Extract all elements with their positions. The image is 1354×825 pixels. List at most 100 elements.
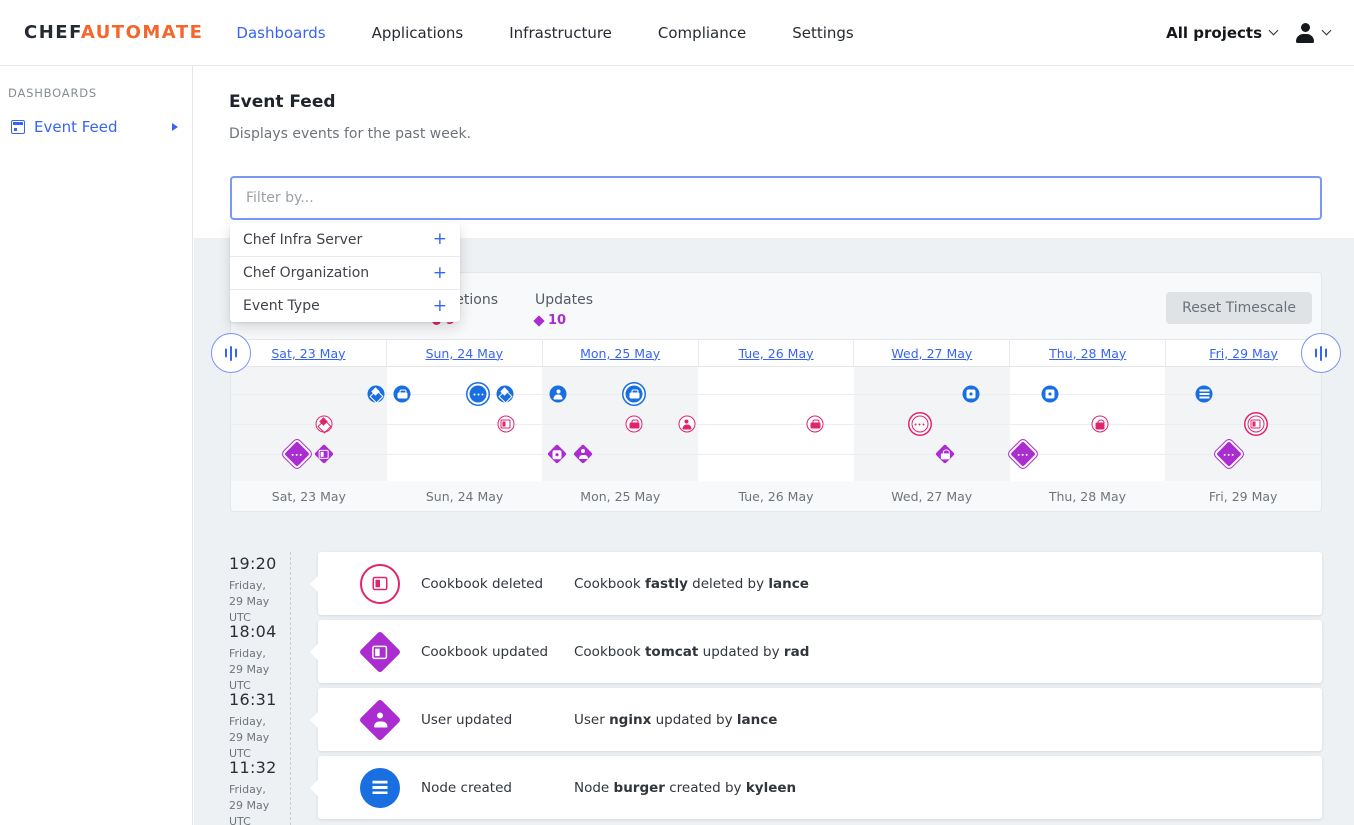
page-head: Event Feed Displays events for the past … bbox=[194, 66, 1354, 238]
filter-dropdown: Chef Infra Server+Chef Organization+Even… bbox=[230, 223, 460, 322]
person-glyph-icon bbox=[373, 712, 388, 727]
event-time-value: 18:04 bbox=[229, 622, 287, 641]
dots-icon bbox=[1223, 453, 1235, 456]
timeline-day-footer: Sat, 23 MaySun, 24 MayMon, 25 MayTue, 26… bbox=[231, 481, 1321, 511]
nav-item-dashboards[interactable]: Dashboards bbox=[236, 24, 325, 42]
creations-marker-node-icon[interactable] bbox=[963, 386, 980, 403]
brand-chef: CHEF bbox=[24, 22, 81, 43]
deletions-marker-lock-icon[interactable] bbox=[1091, 416, 1108, 433]
event-card-user-updated[interactable]: User updatedUser nginx updated by lance bbox=[318, 688, 1322, 751]
day-link-tue-26-may[interactable]: Tue, 26 May bbox=[738, 346, 813, 361]
dots-icon bbox=[291, 453, 303, 456]
day-header-cell: Mon, 25 May bbox=[542, 340, 698, 366]
filter-option-event-type[interactable]: Event Type+ bbox=[230, 289, 460, 322]
nav-item-settings[interactable]: Settings bbox=[792, 24, 854, 42]
event-entity: tomcat bbox=[645, 644, 698, 660]
lock-icon bbox=[940, 449, 949, 459]
event-icon bbox=[360, 768, 400, 808]
day-header-cell: Sun, 24 May bbox=[386, 340, 542, 366]
sidebar-item-label: Event Feed bbox=[34, 118, 118, 136]
updates-marker-dots-icon[interactable] bbox=[1011, 441, 1036, 466]
gridline bbox=[231, 454, 1321, 455]
projects-dropdown[interactable]: All projects bbox=[1166, 24, 1277, 42]
event-time: 18:04 Friday,29 May UTC bbox=[229, 622, 287, 694]
day-footer-label: Sat, 23 May bbox=[231, 481, 387, 511]
dots-icon bbox=[472, 393, 484, 396]
nav-item-applications[interactable]: Applications bbox=[372, 24, 464, 42]
add-filter-icon[interactable]: + bbox=[433, 265, 447, 282]
book-icon bbox=[501, 420, 511, 429]
list-icon bbox=[360, 768, 400, 808]
event-date: Friday,29 May UTC bbox=[229, 782, 287, 825]
event-card-node-created[interactable]: Node createdNode burger created by kylee… bbox=[318, 756, 1322, 819]
day-link-sun-24-may[interactable]: Sun, 24 May bbox=[426, 346, 503, 361]
day-link-fri-29-may[interactable]: Fri, 29 May bbox=[1209, 346, 1278, 361]
expand-arrow-icon bbox=[172, 123, 178, 131]
event-date: Friday,29 May UTC bbox=[229, 646, 287, 694]
nav-right: All projects bbox=[1166, 23, 1330, 43]
creations-marker-briefcase-icon[interactable] bbox=[626, 386, 643, 403]
deletions-marker-briefcase-icon[interactable] bbox=[626, 416, 643, 433]
event-card-cookbook-deleted[interactable]: Cookbook deletedCookbook fastly deleted … bbox=[318, 552, 1322, 615]
day-link-thu-28-may[interactable]: Thu, 28 May bbox=[1049, 346, 1126, 361]
event-time-value: 16:31 bbox=[229, 690, 287, 709]
sidebar-heading: DASHBOARDS bbox=[8, 86, 192, 100]
day-header-cell: Tue, 26 May bbox=[698, 340, 854, 366]
list-glyph-icon bbox=[373, 781, 388, 795]
creations-marker-person-icon[interactable] bbox=[550, 386, 567, 403]
day-link-wed-27-may[interactable]: Wed, 27 May bbox=[891, 346, 972, 361]
deletions-marker-book-icon[interactable] bbox=[1247, 416, 1264, 433]
event-description: User nginx updated by lance bbox=[574, 712, 777, 728]
sidebar-item-event-feed[interactable]: Event Feed bbox=[0, 112, 192, 142]
user-menu[interactable] bbox=[1294, 23, 1330, 43]
add-filter-icon[interactable]: + bbox=[433, 298, 447, 315]
nav-item-compliance[interactable]: Compliance bbox=[658, 24, 746, 42]
event-card-cookbook-updated[interactable]: Cookbook updatedCookbook tomcat updated … bbox=[318, 620, 1322, 683]
deletions-marker-briefcase-icon[interactable] bbox=[807, 416, 824, 433]
timescale-handle-right[interactable] bbox=[1301, 333, 1341, 373]
creations-marker-dots-icon[interactable] bbox=[470, 386, 487, 403]
reset-timescale-button[interactable]: Reset Timescale bbox=[1166, 292, 1312, 324]
filter-input[interactable] bbox=[230, 176, 1322, 220]
filter-option-chef-organization[interactable]: Chef Organization+ bbox=[230, 256, 460, 289]
event-icon bbox=[360, 700, 400, 740]
deletions-marker-layers-icon[interactable] bbox=[315, 416, 332, 433]
page-subtitle: Displays events for the past week. bbox=[229, 126, 471, 142]
filter-option-chef-infra-server[interactable]: Chef Infra Server+ bbox=[230, 223, 460, 256]
event-list: 19:20Friday,29 May UTC Cookbook deletedCo… bbox=[194, 552, 1354, 825]
stat-updates-label: Updates bbox=[535, 292, 593, 308]
event-row: 18:04Friday,29 May UTCCookbook updatedCo… bbox=[194, 620, 1354, 683]
creations-marker-layers-icon[interactable] bbox=[496, 386, 513, 403]
event-time: 19:20Friday,29 May UTC bbox=[229, 554, 287, 626]
node-icon bbox=[1045, 390, 1054, 399]
event-description: Node burger created by kyleen bbox=[574, 780, 796, 796]
layers-icon bbox=[370, 389, 381, 400]
event-time-value: 11:32 bbox=[229, 758, 287, 777]
deletions-marker-person-icon[interactable] bbox=[678, 416, 695, 433]
deletions-marker-dots-icon[interactable] bbox=[911, 416, 928, 433]
day-footer-label: Fri, 29 May bbox=[1165, 481, 1321, 511]
day-footer-label: Mon, 25 May bbox=[542, 481, 698, 511]
book-icon bbox=[359, 630, 401, 672]
event-row: 19:20Friday,29 May UTCCookbook deletedCo… bbox=[194, 552, 1354, 615]
deletions-marker-book-icon[interactable] bbox=[497, 416, 514, 433]
timescale-handle-left[interactable] bbox=[211, 333, 251, 373]
creations-marker-node-icon[interactable] bbox=[1041, 386, 1058, 403]
day-link-mon-25-may[interactable]: Mon, 25 May bbox=[580, 346, 660, 361]
chevron-down-icon bbox=[1269, 26, 1279, 36]
add-filter-icon[interactable]: + bbox=[433, 231, 447, 248]
event-time: 11:32 Friday,29 May UTC bbox=[229, 758, 287, 825]
briefcase-icon bbox=[629, 420, 639, 429]
creations-marker-briefcase-icon[interactable] bbox=[394, 386, 411, 403]
nav-item-infrastructure[interactable]: Infrastructure bbox=[509, 24, 612, 42]
lock-icon bbox=[1095, 419, 1104, 429]
creations-marker-list-icon[interactable] bbox=[1196, 386, 1213, 403]
briefcase-icon bbox=[810, 420, 820, 429]
book-icon bbox=[1251, 420, 1261, 429]
creations-marker-layers-icon[interactable] bbox=[367, 386, 384, 403]
brand-logo[interactable]: CHEFAUTOMATE bbox=[24, 22, 203, 43]
book-icon bbox=[360, 564, 400, 604]
book-glyph-icon bbox=[373, 577, 388, 591]
day-header-cell: Fri, 29 May bbox=[1165, 340, 1321, 366]
day-link-sat-23-may[interactable]: Sat, 23 May bbox=[271, 346, 345, 361]
